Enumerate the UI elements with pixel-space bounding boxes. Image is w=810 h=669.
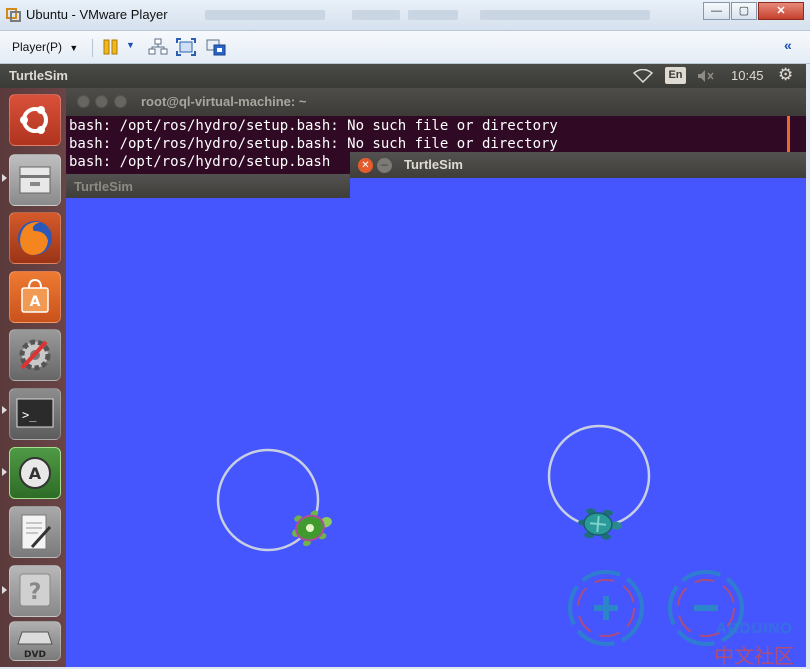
dvd-icon[interactable]: DVD (9, 621, 61, 661)
ubuntu-dash-icon[interactable] (9, 94, 61, 146)
turtle-icon (578, 508, 622, 540)
terminal-maximize-button[interactable] (114, 95, 127, 108)
player-menu-label: Player(P) (12, 40, 63, 54)
wifi-icon[interactable] (633, 69, 653, 83)
chevron-down-icon[interactable]: ▼ (126, 40, 135, 50)
svg-text:?: ? (29, 580, 42, 605)
svg-text:>_: >_ (22, 408, 37, 422)
text-editor-icon[interactable] (9, 506, 61, 558)
files-icon[interactable] (9, 154, 61, 206)
running-indicator (2, 468, 7, 476)
turtlesim-front-title: TurtleSim (404, 157, 463, 172)
turtlesim-window-back[interactable]: TurtleSim (66, 174, 350, 667)
firefox-icon[interactable] (9, 212, 61, 264)
blurred-tab (205, 10, 325, 20)
terminal-minimize-button[interactable] (95, 95, 108, 108)
watermark-text-en: ARDUINO (716, 620, 793, 637)
terminal-close-button[interactable] (77, 95, 90, 108)
close-button[interactable]: ✕ (758, 2, 804, 20)
turtlesim-minimize-icon[interactable]: – (377, 158, 392, 173)
turtlesim-close-icon[interactable]: ✕ (358, 158, 373, 173)
player-menu[interactable]: Player(P) ▼ (6, 37, 84, 57)
fullscreen-icon[interactable] (176, 38, 196, 56)
network-devices-icon[interactable] (148, 38, 168, 56)
chevron-down-icon: ▼ (69, 43, 79, 53)
svg-text:DVD: DVD (24, 650, 46, 660)
vmware-app-icon (6, 8, 21, 22)
unity-mode-icon[interactable] (206, 38, 226, 56)
watermark-text-cn: 中文社区 (714, 646, 794, 668)
turtlesim-back-canvas (66, 198, 350, 667)
blurred-tab (480, 10, 650, 20)
svg-text:A: A (30, 294, 41, 310)
turtle-trail (547, 424, 651, 528)
svg-text:A: A (29, 464, 42, 483)
host-titlebar: Ubuntu - VMware Player — ▢ ✕ (0, 0, 810, 31)
turtlesim-front-titlebar[interactable]: ✕ – TurtleSim (350, 152, 806, 178)
terminal-line: bash: /opt/ros/hydro/setup.bash: No such… (69, 118, 558, 134)
keyboard-language-indicator[interactable]: En (665, 67, 686, 84)
unity-launcher: A >_ A ? DVD (0, 88, 66, 667)
software-center-icon[interactable]: A (9, 271, 61, 323)
ubuntu-top-panel: TurtleSim En 10:45 ⚙ (0, 64, 806, 88)
turtlesim-back-title: TurtleSim (74, 179, 133, 194)
terminal-title: root@ql-virtual-machine: ~ (141, 94, 307, 109)
terminal-titlebar[interactable]: root@ql-virtual-machine: ~ (66, 88, 806, 116)
terminal-icon[interactable]: >_ (9, 388, 61, 440)
running-indicator (2, 174, 7, 182)
panel-app-title: TurtleSim (9, 68, 68, 83)
clock[interactable]: 10:45 (731, 68, 764, 83)
volume-muted-icon[interactable] (697, 69, 715, 83)
system-settings-icon[interactable] (9, 329, 61, 381)
settings-gear-icon[interactable]: ⚙ (778, 65, 793, 85)
help-icon[interactable]: ? (9, 565, 61, 617)
blurred-tab (408, 10, 458, 20)
terminal-line: bash: /opt/ros/hydro/setup.bash: No such… (69, 136, 558, 152)
terminal-line: bash: /opt/ros/hydro/setup.bash (69, 154, 331, 170)
arduino-watermark: ARDUINO 中文社区 (548, 560, 810, 668)
host-toolbar: Player(P) ▼ ▼ « (0, 31, 810, 64)
pause-icon[interactable] (102, 38, 122, 56)
software-updater-icon[interactable]: A (9, 447, 61, 499)
toolbar-divider (92, 39, 93, 57)
collapse-toolbar-icon[interactable]: « (784, 37, 792, 53)
turtlesim-back-titlebar[interactable]: TurtleSim (66, 174, 350, 198)
blurred-tab (352, 10, 400, 20)
maximize-button[interactable]: ▢ (731, 2, 757, 20)
running-indicator (2, 586, 7, 594)
host-window-title: Ubuntu - VMware Player (26, 7, 168, 22)
minimize-button[interactable]: — (703, 2, 730, 20)
running-indicator (2, 406, 7, 414)
